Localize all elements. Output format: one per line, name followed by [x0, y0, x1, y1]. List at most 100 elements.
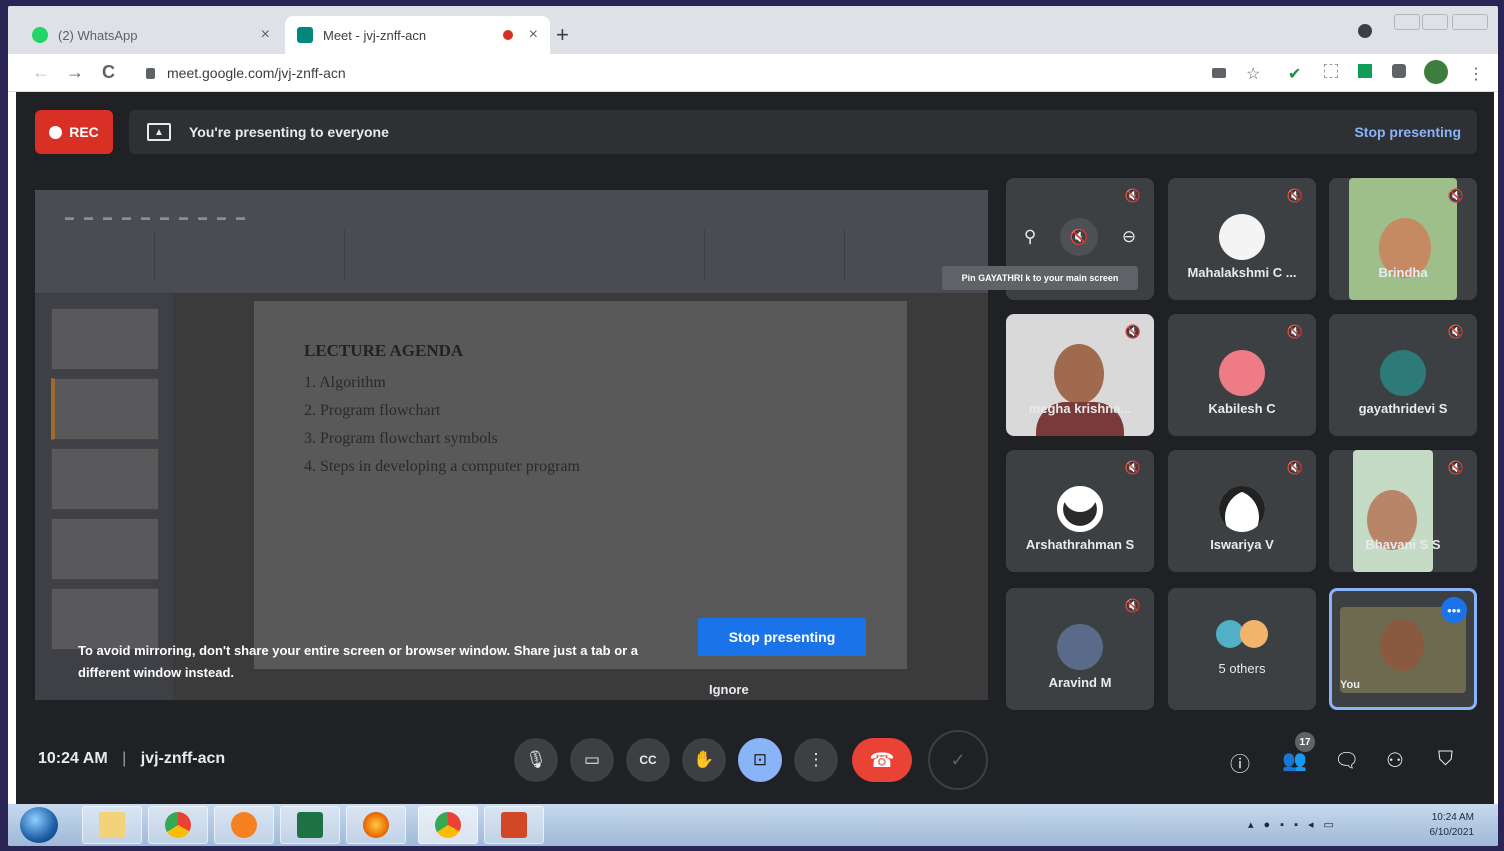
slide-thumbnail — [51, 308, 159, 370]
pin-icon[interactable]: ⚲ — [1024, 227, 1036, 247]
excel-taskbar-button[interactable] — [280, 806, 340, 844]
participant-tile[interactable]: 🔇 Mahalakshmi C ... — [1168, 178, 1316, 300]
participant-tile[interactable]: 🔇 gayathridevi S — [1329, 314, 1477, 436]
presenting-banner: ▲ You're presenting to everyone Stop pre… — [129, 110, 1477, 154]
chrome-icon — [435, 812, 461, 838]
stop-presenting-link[interactable]: Stop presenting — [1354, 124, 1461, 140]
star-icon[interactable]: ☆ — [1246, 64, 1260, 84]
tab-whatsapp[interactable]: (2) WhatsApp × — [20, 16, 282, 54]
participant-tile[interactable]: 🔇 Arshathrahman S — [1006, 450, 1154, 572]
menu-icon[interactable]: ⋮ — [1468, 64, 1484, 84]
avatar — [1219, 350, 1265, 396]
participant-tile[interactable]: 🔇 Aravind M — [1006, 588, 1154, 710]
others-tile[interactable]: 5 others — [1168, 588, 1316, 710]
agenda-item: 2. Program flowchart — [304, 402, 441, 419]
check-icon[interactable]: ✔ — [1288, 64, 1301, 84]
raise-hand-button[interactable]: ✋ — [682, 738, 726, 782]
self-view-tile[interactable]: ••• You — [1329, 588, 1477, 710]
participant-tile[interactable]: 🔇 megha krishna... — [1006, 314, 1154, 436]
close-window-button[interactable] — [1452, 14, 1488, 30]
url-text: meet.google.com/jvj-znff-acn — [167, 65, 346, 81]
presenting-text: You're presenting to everyone — [189, 124, 389, 140]
sheets-icon[interactable] — [1358, 64, 1372, 78]
participant-tile[interactable]: 🔇 Bhavani S S — [1329, 450, 1477, 572]
powerpoint-icon — [501, 812, 527, 838]
excel-icon — [297, 812, 323, 838]
close-tab-icon[interactable]: × — [529, 26, 538, 44]
ignore-button[interactable]: Ignore — [709, 682, 749, 697]
meeting-details: 10:24 AM | jvj-znff-acn — [38, 750, 225, 768]
people-count-badge: 17 — [1295, 732, 1315, 752]
chrome-taskbar-button[interactable] — [148, 806, 208, 844]
maximize-button[interactable] — [1422, 14, 1448, 30]
tab-meet[interactable]: Meet - jvj-znff-acn × — [285, 16, 550, 54]
more-options-button[interactable]: ⋮ — [794, 738, 838, 782]
minimize-button[interactable] — [1394, 14, 1420, 30]
recording-button[interactable]: REC — [35, 110, 113, 154]
tab-title: (2) WhatsApp — [58, 27, 138, 43]
divider: | — [122, 750, 127, 767]
participant-tile[interactable]: 🔇 Brindha — [1329, 178, 1477, 300]
ribbon-group — [155, 230, 345, 280]
microphone-button[interactable]: 🎙 — [514, 738, 558, 782]
profile-icon[interactable] — [1424, 60, 1448, 84]
slide-thumbnail — [51, 518, 159, 580]
muted-icon: 🔇 — [1447, 188, 1465, 203]
muted-icon: 🔇 — [1124, 188, 1142, 203]
url-field[interactable]: meet.google.com/jvj-znff-acn — [136, 59, 1216, 87]
cast-icon[interactable] — [1212, 68, 1226, 78]
puzzle-icon[interactable] — [1392, 64, 1406, 78]
participant-name: Bhavani S S — [1365, 537, 1441, 552]
more-options-button[interactable]: ••• — [1441, 597, 1467, 623]
explorer-taskbar-button[interactable] — [82, 806, 142, 844]
camera-button[interactable]: ▭ — [570, 738, 614, 782]
slide-thumbnail — [51, 378, 159, 440]
browser-window: (2) WhatsApp × Meet - jvj-znff-acn × + ←… — [8, 6, 1498, 846]
captions-button[interactable]: CC — [626, 738, 670, 782]
present-now-button[interactable]: ⊡ — [738, 738, 782, 782]
mute-participant-button[interactable]: 🔇 — [1060, 218, 1099, 256]
participant-name: Brindha — [1378, 265, 1428, 280]
close-tab-icon[interactable]: × — [261, 26, 270, 44]
leave-call-button[interactable]: ☎ — [852, 738, 912, 782]
avatar — [1057, 624, 1103, 670]
address-bar: ← → C meet.google.com/jvj-znff-acn ☆ ✔ ⋮ — [8, 54, 1498, 92]
chrome-active-taskbar-button[interactable] — [418, 806, 478, 844]
powerpoint-ribbon: ▬▬▬▬▬▬▬▬▬▬ — [35, 190, 988, 294]
forward-icon[interactable]: → — [66, 62, 84, 83]
participant-tile[interactable]: 🔇 Iswariya V — [1168, 450, 1316, 572]
profile-badge-icon[interactable] — [1358, 24, 1372, 38]
firefox-icon — [363, 812, 389, 838]
media-taskbar-button[interactable] — [214, 806, 274, 844]
tile-hover-tools: ⚲ 🔇 ⊖ — [1006, 218, 1154, 256]
participant-name: Mahalakshmi C ... — [1187, 265, 1297, 280]
back-icon[interactable]: ← — [32, 62, 50, 83]
start-button[interactable] — [20, 807, 58, 843]
info-icon[interactable]: ⓘ — [1230, 748, 1250, 777]
activities-icon[interactable]: ⚇ — [1386, 748, 1404, 773]
new-tab-button[interactable]: + — [556, 22, 569, 48]
stop-presenting-button[interactable]: Stop presenting — [698, 618, 866, 656]
remove-icon[interactable]: ⊖ — [1122, 227, 1136, 247]
ribbon-group — [45, 230, 155, 280]
meet-favicon-icon — [297, 27, 313, 43]
chrome-icon — [165, 812, 191, 838]
recording-status-icon: ✓ — [928, 730, 988, 790]
firefox-taskbar-button[interactable] — [346, 806, 406, 844]
extension-icon[interactable] — [1324, 64, 1338, 78]
taskbar-clock[interactable]: 10:24 AM 6/10/2021 — [1430, 810, 1475, 840]
muted-icon: 🔇 — [1124, 324, 1142, 339]
avatar — [1219, 214, 1265, 260]
reload-icon[interactable]: C — [102, 62, 115, 83]
host-controls-icon[interactable]: ⛉ — [1438, 748, 1453, 771]
powerpoint-taskbar-button[interactable] — [484, 806, 544, 844]
avatar — [1380, 350, 1426, 396]
chat-icon[interactable]: 🗨 — [1334, 748, 1359, 773]
participant-tile[interactable]: 🔇 Kabilesh C — [1168, 314, 1316, 436]
face — [1054, 344, 1104, 404]
face — [1380, 619, 1424, 671]
system-tray-icons[interactable]: ▴●▪▪◂▭ — [1248, 818, 1344, 831]
slide-title: LECTURE AGENDA — [304, 341, 464, 360]
participant-name: Kabilesh C — [1208, 401, 1276, 416]
present-screen-icon: ▲ — [147, 123, 171, 141]
